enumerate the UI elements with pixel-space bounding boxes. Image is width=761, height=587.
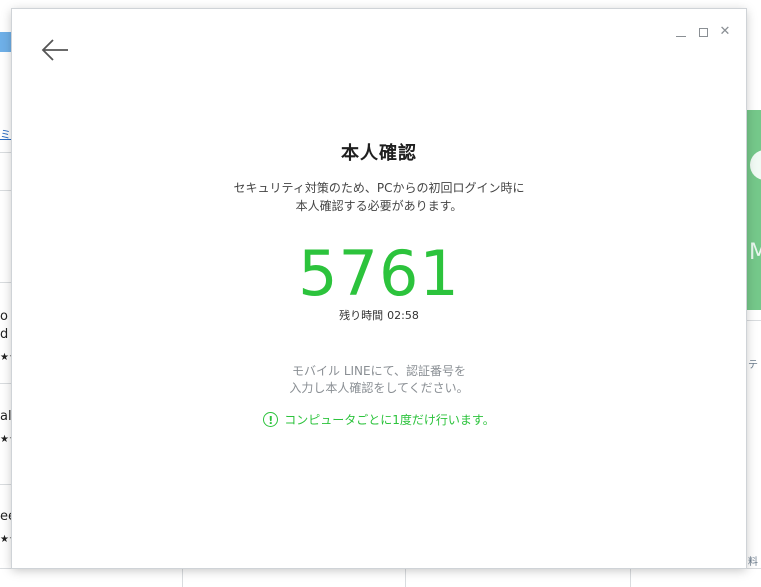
background-item-text: o f	[0, 309, 12, 324]
background-banner: M	[747, 110, 761, 310]
back-button[interactable]	[40, 37, 70, 63]
background-rating: ★★	[0, 352, 12, 363]
verification-dialog: ✕ 本人確認 セキュリティ対策のため、PCからの初回ログイン時に 本人確認する必…	[12, 9, 746, 568]
background-item-text: ee	[0, 509, 12, 524]
remaining-time-value: 02:58	[387, 309, 419, 322]
background-divider	[0, 152, 12, 153]
once-per-computer-notice: ! コンピュータごとに1度だけ行います。	[263, 411, 495, 428]
background-item-text: alti	[0, 409, 12, 424]
instruction-line: 入力し本人確認をしてください。	[289, 381, 469, 395]
background-divider	[0, 383, 12, 384]
exclamation-circle-icon: !	[263, 412, 279, 427]
background-divider	[0, 190, 12, 191]
background-divider	[747, 320, 761, 321]
description-line: セキュリティ対策のため、PCからの初回ログイン時に	[233, 181, 525, 195]
dialog-description: セキュリティ対策のため、PCからの初回ログイン時に 本人確認する必要があります。	[12, 179, 746, 215]
background-side-text: 料	[748, 557, 758, 568]
window-controls: ✕	[674, 25, 732, 39]
dialog-title: 本人確認	[341, 143, 417, 164]
minimize-icon[interactable]	[674, 25, 688, 39]
close-icon[interactable]: ✕	[718, 25, 732, 39]
verification-content: 本人確認 セキュリティ対策のため、PCからの初回ログイン時に 本人確認する必要が…	[12, 139, 746, 428]
background-divider	[0, 282, 12, 283]
background-table-bottom	[0, 568, 761, 587]
background-divider	[0, 484, 12, 485]
background-rating: ★★	[0, 434, 12, 445]
maximize-icon[interactable]	[696, 25, 710, 39]
remaining-time: 残り時間 02:58	[12, 307, 746, 323]
remaining-time-label: 残り時間	[339, 309, 384, 322]
instruction-line: モバイル LINEにて、認証番号を	[292, 364, 466, 378]
back-arrow-icon	[41, 39, 68, 61]
notice-text: コンピュータごとに1度だけ行います。	[284, 413, 495, 427]
instruction-text: モバイル LINEにて、認証番号を 入力し本人確認をしてください。	[12, 363, 746, 397]
background-side-text: テ	[748, 360, 758, 371]
description-line: 本人確認する必要があります。	[295, 199, 463, 213]
background-item-text: d t	[0, 327, 12, 342]
background-link[interactable]: ミ	[0, 126, 12, 142]
verification-code: 5761	[298, 237, 460, 310]
background-toolbar	[0, 32, 12, 52]
background-rating: ★★	[0, 534, 12, 545]
